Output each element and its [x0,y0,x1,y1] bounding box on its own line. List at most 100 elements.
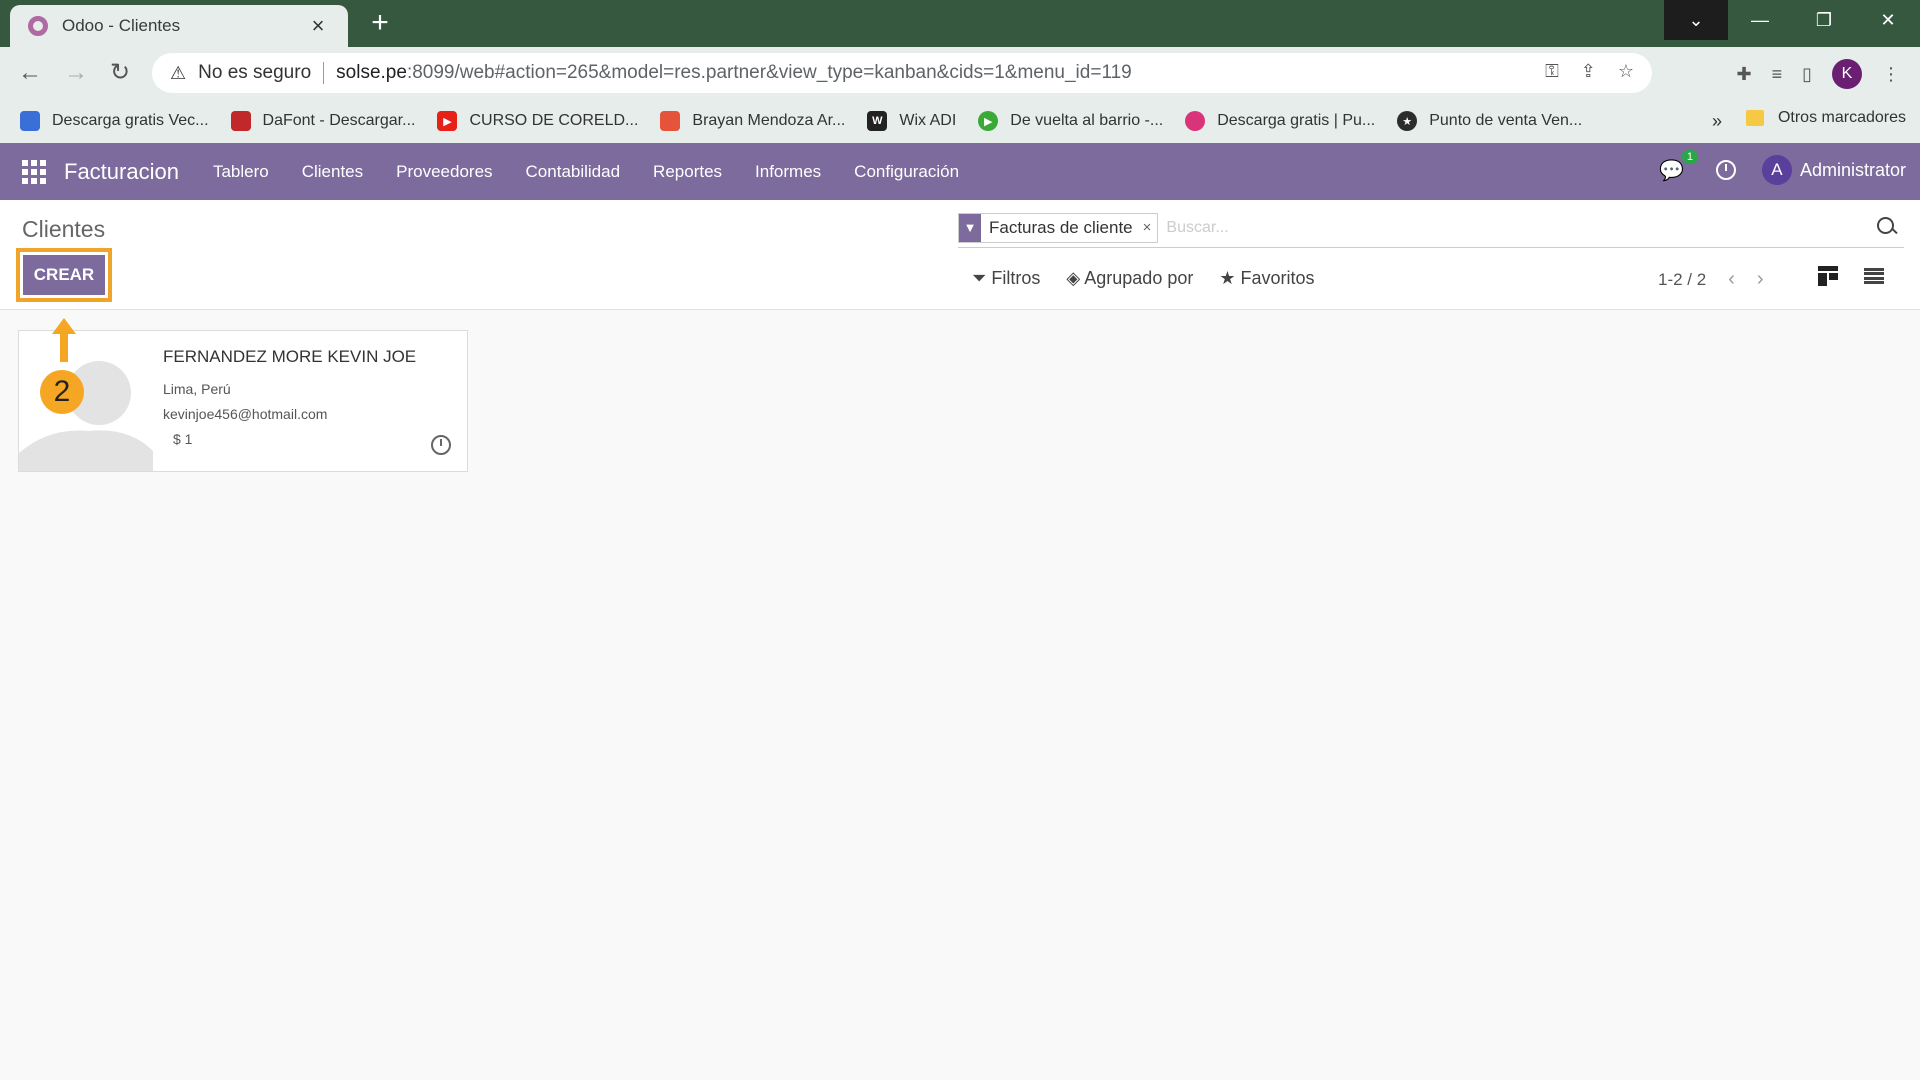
gitlab-icon [660,111,681,131]
partner-location: Lima, Perú [163,381,231,397]
facet-label: Facturas de cliente [989,217,1133,237]
menu-item-reportes[interactable]: Reportes [653,162,722,182]
minimize-icon[interactable]: — [1728,0,1792,40]
share-icon[interactable]: ⇪ [1581,61,1596,82]
favorites-button[interactable]: ★ Favoritos [1219,268,1314,289]
youtube-icon: ▶ [437,111,458,131]
partner-amount: $ 1 [173,431,193,447]
annotation-up-arrow-icon [52,318,76,362]
address-separator [323,62,325,84]
omnibox-icons: ⚿ ⇪ ☆ [1545,61,1634,82]
back-arrow-icon[interactable]: ← [16,59,44,87]
navbar-systray: 💬 1 A Administrator [1659,149,1906,185]
search-icon[interactable] [1874,215,1900,241]
kanban-card[interactable]: FERNANDEZ MORE KEVIN JOE Lima, Perú kevi… [18,330,468,472]
layers-icon: ◈ [1066,268,1085,288]
bookmark-item[interactable]: ▶ CURSO DE CORELD... [437,111,638,131]
apps-grid-icon[interactable] [22,159,46,184]
menu-item-clientes[interactable]: Clientes [302,162,363,182]
chat-badge: 1 [1681,149,1698,164]
card-body: FERNANDEZ MORE KEVIN JOE Lima, Perú kevi… [163,347,416,447]
bookmark-favicon-icon [230,111,251,131]
bookmark-item[interactable]: DaFont - Descargar... [230,111,415,131]
bookmark-item[interactable]: ▶ De vuelta al barrio -... [978,111,1163,131]
url-text[interactable]: solse.pe:8099/web#action=265&model=res.p… [336,62,1132,84]
more-bookmarks-icon[interactable]: » [1712,111,1722,132]
odoo-favicon-icon [28,16,48,36]
activity-clock-icon[interactable] [1715,160,1736,180]
partner-placeholder-avatar [19,331,153,471]
extensions-puzzle-icon[interactable]: ✚ [1736,64,1751,85]
tab-search-icon[interactable]: ⌄ [1664,0,1728,40]
bookmark-item[interactable]: Brayan Mendoza Ar... [660,111,845,131]
folder-icon [1745,110,1764,126]
warning-icon[interactable]: ⚠ [170,63,186,84]
menu-item-contabilidad[interactable]: Contabilidad [526,162,621,182]
browser-toolbar: ← → ↻ ⚠ No es seguro solse.pe:8099/web#a… [0,47,1920,99]
not-secure-label[interactable]: No es seguro [198,62,311,84]
activity-clock-icon[interactable] [431,435,451,455]
chat-icon[interactable]: 💬 1 [1659,149,1698,183]
menu-item-informes[interactable]: Informes [755,162,821,182]
media-queue-icon[interactable]: ≡ [1772,64,1783,85]
partner-email: kevinjoe456@hotmail.com [163,406,328,422]
list-view-icon[interactable] [1864,266,1884,286]
bookmarks-bar: Descarga gratis Vec... DaFont - Descarga… [0,99,1920,143]
kanban-view-icon[interactable] [1818,266,1838,286]
pager-next-icon[interactable]: › [1757,268,1764,291]
extension-icons: ✚ ≡ ▯ K ⋮ [1736,59,1900,89]
filter-facet: ▼ Facturas de cliente × [958,212,1159,243]
window-controls: ⌄ — ❐ ✕ [1664,0,1920,40]
odoo-navbar: Facturacion Tablero Clientes Proveedores… [0,143,1920,200]
control-panel: Clientes CREAR ▼ Facturas de cliente × ⏷… [0,200,1920,310]
view-switcher [1818,266,1884,286]
close-window-icon[interactable]: ✕ [1856,0,1920,40]
menu-item-configuracion[interactable]: Configuración [854,162,959,182]
page-title: Clientes [22,216,106,242]
play-icon: ▶ [978,111,999,131]
group-by-button[interactable]: ◈ Agrupado por [1066,268,1193,289]
bookmark-item[interactable]: W Wix ADI [867,111,956,131]
create-button-highlight: CREAR [16,248,112,302]
filter-funnel-icon: ▼ [959,213,981,242]
reload-icon[interactable]: ↻ [106,59,134,87]
facet-remove-icon[interactable]: × [1141,214,1158,242]
pager-value[interactable]: 1-2 / 2 [1658,270,1706,290]
user-name[interactable]: Administrator [1800,160,1906,181]
user-avatar[interactable]: A [1761,155,1792,185]
address-bar[interactable]: ⚠ No es seguro solse.pe:8099/web#action=… [152,53,1652,93]
star-bookmark-icon[interactable]: ☆ [1618,61,1634,82]
annotation-step-number: 2 [40,370,84,414]
pager: 1-2 / 2 ‹ › [1658,268,1764,291]
bookmark-favicon-icon [20,111,40,131]
restore-icon[interactable]: ❐ [1792,0,1856,40]
tab-close-icon[interactable]: × [306,15,330,37]
search-options: ⏷ Filtros ◈ Agrupado por ★ Favoritos [972,268,1315,289]
app-brand[interactable]: Facturacion [64,159,179,185]
bookmark-favicon-icon [1185,111,1206,131]
filters-button[interactable]: ⏷ Filtros [972,268,1040,289]
create-button[interactable]: CREAR [23,255,105,295]
other-bookmarks[interactable]: Otros marcadores [1745,109,1906,127]
bookmark-item[interactable]: ★ Punto de venta Ven... [1397,111,1582,131]
funnel-icon: ⏷ [972,268,992,288]
browser-tab-strip: Odoo - Clientes × + ⌄ — ❐ ✕ [0,0,1920,47]
pager-previous-icon[interactable]: ‹ [1728,268,1735,291]
new-tab-button[interactable]: + [364,8,396,40]
bookmark-favicon-icon: ★ [1397,111,1418,131]
search-input[interactable] [1166,218,1874,237]
profile-avatar[interactable]: K [1832,59,1862,89]
bookmark-item[interactable]: Descarga gratis Vec... [20,111,209,131]
bookmark-item[interactable]: Descarga gratis | Pu... [1185,111,1375,131]
search-view: ▼ Facturas de cliente × [958,208,1904,248]
forward-arrow-icon[interactable]: → [62,59,90,87]
star-icon: ★ [1219,268,1241,288]
menu-item-proveedores[interactable]: Proveedores [396,162,492,182]
wix-icon: W [867,111,888,131]
browser-menu-icon[interactable]: ⋮ [1882,64,1900,85]
key-icon[interactable]: ⚿ [1545,61,1559,82]
side-panel-icon[interactable]: ▯ [1802,64,1812,85]
partner-name: FERNANDEZ MORE KEVIN JOE [163,347,417,366]
menu-item-tablero[interactable]: Tablero [213,162,269,182]
browser-tab-active[interactable]: Odoo - Clientes × [10,5,348,47]
